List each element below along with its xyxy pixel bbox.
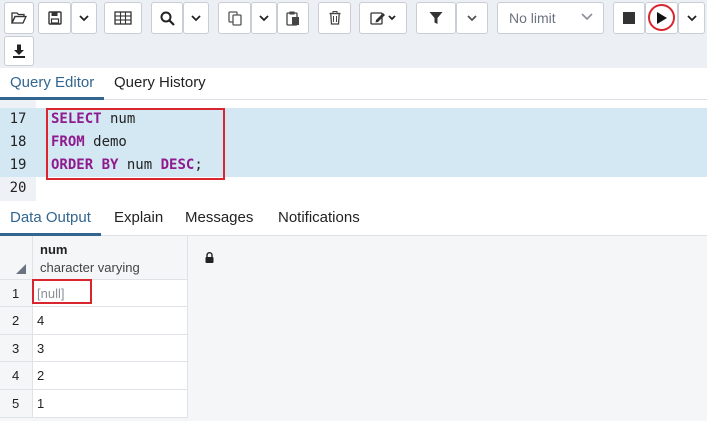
table-cell[interactable]: 4 <box>33 307 188 335</box>
table-cell[interactable]: 2 <box>33 362 188 390</box>
row-number[interactable]: 5 <box>0 390 33 418</box>
tab-query-editor[interactable]: Query Editor <box>0 68 105 100</box>
table-cell[interactable]: 1 <box>33 390 188 418</box>
editor-line[interactable]: 20 <box>0 177 707 200</box>
save-dropdown-button[interactable] <box>71 2 97 34</box>
download-icon <box>13 44 25 58</box>
data-output-grid: num character varying 1 [null] 2 4 3 3 4… <box>0 236 707 421</box>
edit-button[interactable] <box>359 2 407 34</box>
paste-button[interactable] <box>277 2 309 34</box>
line-number: 20 <box>9 180 27 196</box>
grid-corner[interactable] <box>0 236 33 280</box>
select-all-icon <box>16 264 26 274</box>
row-number[interactable]: 1 <box>0 280 33 307</box>
row-number[interactable]: 3 <box>0 335 33 362</box>
execute-highlight-circle <box>648 4 675 31</box>
chevron-down-icon <box>191 14 201 21</box>
null-highlight-box <box>32 279 92 304</box>
paste-icon <box>286 11 299 26</box>
tab-query-history[interactable]: Query History <box>104 68 216 100</box>
copy-icon <box>227 10 242 26</box>
column-type: character varying <box>40 260 140 275</box>
table-cell[interactable]: 3 <box>33 335 188 362</box>
save-icon <box>47 11 62 25</box>
find-button[interactable] <box>151 2 183 34</box>
column-name: num <box>40 242 68 257</box>
editor-line-partial <box>0 100 707 108</box>
save-button[interactable] <box>38 2 71 34</box>
filter-icon <box>429 12 443 24</box>
filter-dropdown-button[interactable] <box>456 2 488 34</box>
chevron-down-icon <box>467 14 477 21</box>
toolbar: No limit <box>0 0 707 68</box>
tab-notifications[interactable]: Notifications <box>268 201 370 236</box>
editor-tabs: Query Editor Query History <box>0 68 707 100</box>
line-number: 18 <box>0 131 36 154</box>
download-button[interactable] <box>4 36 34 66</box>
search-icon <box>160 11 175 26</box>
row-limit-select[interactable]: No limit <box>497 2 604 34</box>
folder-open-icon <box>11 12 27 24</box>
row-number[interactable]: 4 <box>0 362 33 390</box>
stop-icon <box>623 12 635 24</box>
chevron-down-icon <box>259 14 269 21</box>
tab-explain[interactable]: Explain <box>104 201 173 236</box>
column-header-num[interactable]: num character varying <box>33 236 214 280</box>
chevron-down-icon <box>79 14 89 21</box>
open-file-button[interactable] <box>4 2 34 34</box>
grid-icon <box>114 11 132 25</box>
row-number[interactable]: 2 <box>0 307 33 335</box>
filter-button[interactable] <box>416 2 456 34</box>
trash-icon <box>329 11 340 25</box>
execute-dropdown-button[interactable] <box>678 2 705 34</box>
find-dropdown-button[interactable] <box>183 2 209 34</box>
copy-dropdown-button[interactable] <box>251 2 277 34</box>
copy-button[interactable] <box>218 2 251 34</box>
cell-value: 2 <box>37 368 45 383</box>
result-tabs: Data Output Explain Messages Notificatio… <box>0 201 707 236</box>
tab-messages[interactable]: Messages <box>175 201 263 236</box>
edit-icon <box>370 12 396 25</box>
edit-data-button[interactable] <box>104 2 142 34</box>
chevron-down-icon <box>581 13 593 21</box>
cell-value: 1 <box>37 396 45 411</box>
line-number: 17 <box>0 108 36 131</box>
tab-data-output[interactable]: Data Output <box>0 201 101 236</box>
line-number: 19 <box>0 154 36 177</box>
cell-value: 3 <box>37 341 45 356</box>
delete-button[interactable] <box>318 2 351 34</box>
lock-icon <box>205 252 214 263</box>
row-limit-value: No limit <box>509 10 556 26</box>
sql-highlight-box <box>46 108 225 180</box>
stop-button[interactable] <box>613 2 645 34</box>
chevron-down-icon <box>686 14 697 21</box>
cell-value: 4 <box>37 313 45 328</box>
